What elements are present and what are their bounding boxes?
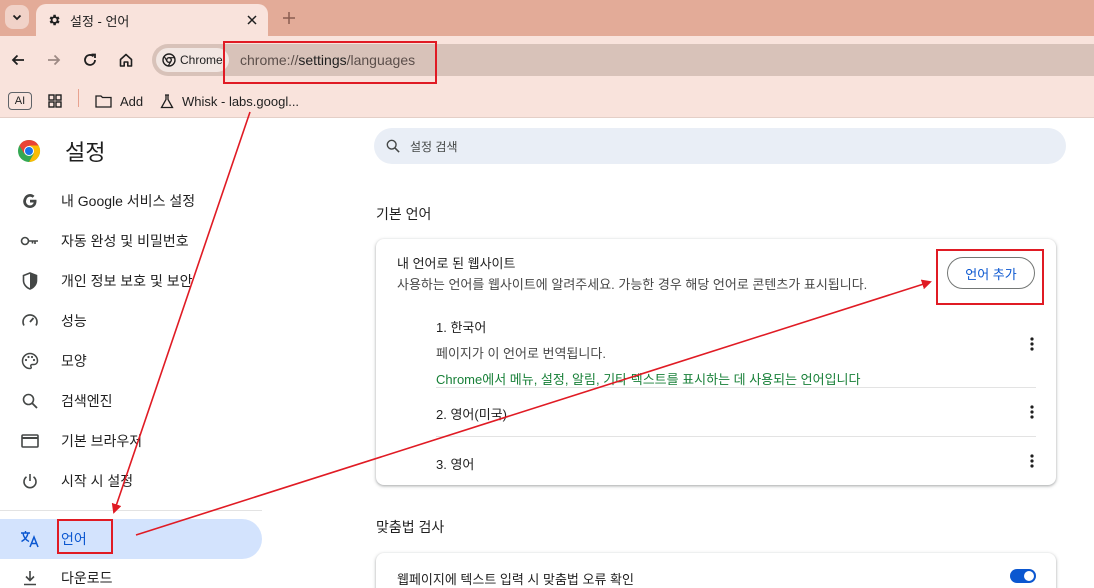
ai-chip: AI bbox=[8, 92, 32, 110]
chevron-down-icon bbox=[12, 14, 22, 21]
gear-icon bbox=[49, 14, 60, 26]
site-chip-label: Chrome bbox=[180, 53, 223, 67]
tab-search-button[interactable] bbox=[5, 5, 29, 29]
bookmark-ai[interactable]: AI bbox=[8, 89, 32, 113]
google-g-icon bbox=[20, 191, 40, 211]
language-desc: 페이지가 이 언어로 번역됩니다. bbox=[436, 346, 606, 361]
sidebar-item-on-startup[interactable]: 시작 시 설정 bbox=[0, 461, 262, 501]
section-title-default-language: 기본 언어 bbox=[376, 206, 432, 222]
bookmark-whisk-label: Whisk - labs.googl... bbox=[182, 93, 300, 109]
tab-title: 설정 - 언어 bbox=[70, 13, 130, 29]
toolbar: Chrome chrome://settings/languages bbox=[0, 36, 1094, 84]
close-icon[interactable] bbox=[242, 10, 262, 30]
search-icon bbox=[20, 391, 40, 411]
power-icon bbox=[20, 471, 40, 491]
sidebar-item-languages[interactable]: 언어 bbox=[0, 519, 262, 559]
folder-icon bbox=[95, 95, 112, 108]
sidebar-item-performance[interactable]: 성능 bbox=[0, 301, 262, 341]
spellcheck-card: 웹페이지에 텍스트 입력 시 맞춤법 오류 확인 bbox=[376, 553, 1056, 588]
browser-window-icon bbox=[20, 431, 40, 451]
spellcheck-toggle[interactable] bbox=[1010, 569, 1036, 583]
sidebar-item-label: 모양 bbox=[61, 353, 87, 369]
arrow-left-icon bbox=[11, 54, 24, 66]
reload-icon bbox=[84, 53, 96, 66]
back-button[interactable] bbox=[6, 48, 30, 72]
settings-main: 설정 검색 기본 언어 내 언어로 된 웹사이트 사용하는 언어를 웹사이트에 … bbox=[270, 118, 1094, 588]
apps-grid-icon bbox=[48, 94, 62, 108]
reload-button[interactable] bbox=[78, 48, 102, 72]
more-options-icon[interactable] bbox=[1022, 402, 1042, 422]
annotation-url-box bbox=[223, 41, 437, 84]
sidebar-divider bbox=[0, 510, 262, 511]
search-icon bbox=[386, 139, 400, 153]
flask-icon bbox=[160, 93, 174, 108]
new-tab-button[interactable] bbox=[279, 8, 299, 28]
settings-search-input[interactable]: 설정 검색 bbox=[374, 128, 1066, 164]
settings-brand: 설정 bbox=[17, 135, 105, 167]
language-name: 3. 영어 bbox=[436, 457, 475, 472]
sidebar-item-label: 자동 완성 및 비밀번호 bbox=[61, 233, 189, 249]
apps-button[interactable] bbox=[47, 89, 63, 113]
sidebar-item-label: 개인 정보 보호 및 보안 bbox=[61, 273, 193, 289]
settings-title: 설정 bbox=[65, 140, 106, 165]
card-subtitle: 사용하는 언어를 웹사이트에 알려주세요. 가능한 경우 해당 언어로 콘텐츠가… bbox=[397, 277, 868, 292]
sidebar-item-label: 성능 bbox=[61, 313, 87, 329]
settings-sidebar: 설정 내 Google 서비스 설정 자동 완성 및 비밀번호 개인 정보 보호… bbox=[0, 118, 270, 588]
sidebar-item-default-browser[interactable]: 기본 브라우저 bbox=[0, 421, 262, 461]
bookmark-folder-add[interactable]: Add bbox=[95, 89, 143, 113]
sidebar-item-google-services[interactable]: 내 Google 서비스 설정 bbox=[0, 181, 262, 221]
arrow-right-icon bbox=[48, 54, 61, 66]
sidebar-item-label: 검색엔진 bbox=[61, 393, 113, 409]
translate-icon bbox=[20, 529, 40, 549]
bookmark-whisk[interactable]: Whisk - labs.googl... bbox=[160, 89, 299, 113]
bookmark-add-label: Add bbox=[120, 93, 144, 109]
forward-button[interactable] bbox=[42, 48, 66, 72]
row-divider bbox=[436, 387, 1036, 388]
home-button[interactable] bbox=[114, 48, 138, 72]
active-tab[interactable]: 설정 - 언어 bbox=[36, 4, 268, 36]
sidebar-item-label: 내 Google 서비스 설정 bbox=[61, 193, 196, 209]
language-item: 1. 한국어 페이지가 이 언어로 번역됩니다. Chrome에서 메뉴, 설정… bbox=[436, 317, 1036, 388]
sidebar-item-downloads[interactable]: 다운로드 bbox=[0, 558, 262, 588]
sidebar-item-label: 기본 브라우저 bbox=[61, 433, 143, 449]
more-options-icon[interactable] bbox=[1022, 451, 1042, 471]
download-icon bbox=[20, 568, 40, 588]
annotation-language-box bbox=[57, 519, 113, 554]
more-options-icon[interactable] bbox=[1022, 334, 1042, 354]
language-name: 1. 한국어 bbox=[436, 320, 487, 335]
card-title: 내 언어로 된 웹사이트 bbox=[397, 256, 516, 271]
home-icon bbox=[119, 53, 133, 67]
bookmarks-divider bbox=[78, 89, 79, 107]
language-item: 3. 영어 bbox=[436, 454, 1036, 473]
key-icon bbox=[20, 231, 40, 251]
language-name: 2. 영어(미국) bbox=[436, 407, 507, 422]
language-ui-note: Chrome에서 메뉴, 설정, 알림, 기타 텍스트를 표시하는 데 사용되는… bbox=[436, 372, 861, 387]
search-placeholder: 설정 검색 bbox=[410, 139, 458, 154]
sidebar-item-label: 다운로드 bbox=[61, 570, 113, 586]
sidebar-item-search-engine[interactable]: 검색엔진 bbox=[0, 381, 262, 421]
chrome-logo-icon bbox=[18, 140, 41, 162]
language-item: 2. 영어(미국) bbox=[436, 404, 1036, 423]
plus-icon bbox=[283, 12, 295, 24]
site-info-chip[interactable]: Chrome bbox=[156, 48, 229, 72]
sidebar-item-autofill[interactable]: 자동 완성 및 비밀번호 bbox=[0, 221, 262, 261]
speedometer-icon bbox=[20, 311, 40, 331]
bookmarks-bar: AI Add Whisk - labs.googl... bbox=[0, 84, 1094, 118]
palette-icon bbox=[20, 351, 40, 371]
shield-icon bbox=[20, 271, 40, 291]
spellcheck-label: 웹페이지에 텍스트 입력 시 맞춤법 오류 확인 bbox=[397, 572, 634, 587]
sidebar-item-privacy[interactable]: 개인 정보 보호 및 보안 bbox=[0, 261, 262, 301]
annotation-add-language-box bbox=[936, 249, 1044, 305]
chrome-icon bbox=[162, 53, 176, 67]
tab-strip: 설정 - 언어 bbox=[0, 0, 1094, 36]
row-divider bbox=[436, 436, 1036, 437]
sidebar-item-appearance[interactable]: 모양 bbox=[0, 341, 262, 381]
section-title-spellcheck: 맞춤법 검사 bbox=[376, 519, 445, 535]
sidebar-item-label: 시작 시 설정 bbox=[61, 473, 134, 489]
